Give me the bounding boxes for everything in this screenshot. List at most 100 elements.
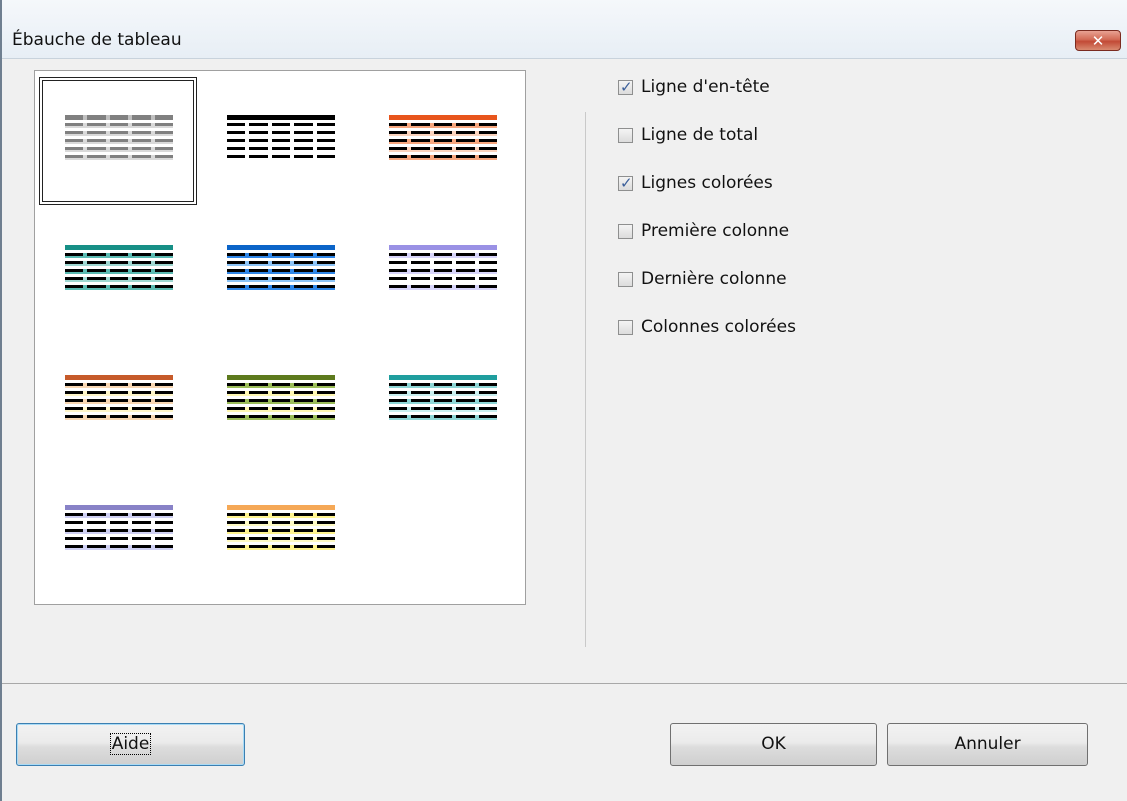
table-style-swatch — [65, 505, 174, 553]
table-style-swatch — [389, 115, 498, 163]
swatch-row — [389, 277, 498, 282]
swatch-row — [227, 399, 336, 404]
swatch-row — [227, 537, 336, 542]
option-2[interactable]: ✓ Lignes colorées — [618, 171, 773, 195]
swatch-row — [227, 391, 336, 396]
checkbox-label: Première colonne — [641, 221, 790, 241]
swatch-row — [65, 537, 174, 542]
swatch-row — [227, 123, 336, 128]
swatch-row — [389, 391, 498, 396]
swatch-row — [389, 115, 498, 120]
swatch-row — [389, 155, 498, 160]
swatch-row — [389, 123, 498, 128]
swatch-row — [65, 407, 174, 412]
swatch-row — [227, 269, 336, 274]
swatch-row — [227, 261, 336, 266]
swatch-row — [227, 415, 336, 420]
swatch-row — [65, 545, 174, 550]
swatch-row — [65, 529, 174, 534]
table-style-yellow[interactable] — [201, 467, 359, 595]
ok-button[interactable]: OK — [670, 723, 877, 766]
swatch-row — [65, 253, 174, 258]
swatch-row — [227, 155, 336, 160]
swatch-row — [389, 131, 498, 136]
checkmark-icon: ✓ — [620, 77, 633, 96]
option-4[interactable]: Dernière colonne — [618, 267, 787, 291]
swatch-row — [389, 285, 498, 290]
swatch-row — [227, 139, 336, 144]
close-button[interactable]: ✕ — [1075, 30, 1121, 51]
swatch-row — [65, 115, 174, 120]
swatch-row — [389, 415, 498, 420]
cancel-button[interactable]: Annuler — [887, 723, 1088, 766]
table-style-cyan[interactable] — [363, 337, 521, 465]
checkbox-label: Colonnes colorées — [641, 317, 796, 337]
table-style-swatch — [389, 245, 498, 293]
checkbox[interactable] — [618, 271, 633, 287]
swatch-row — [389, 253, 498, 258]
swatch-row — [65, 285, 174, 290]
swatch-row — [65, 415, 174, 420]
swatch-row — [227, 375, 336, 380]
option-0[interactable]: ✓ Ligne d'en-tête — [618, 75, 770, 99]
table-style-black[interactable] — [201, 77, 359, 205]
swatch-row — [227, 521, 336, 526]
dialog-title: Ébauche de tableau — [12, 30, 182, 50]
table-style-swatch — [227, 375, 336, 423]
option-3[interactable]: Première colonne — [618, 219, 789, 243]
swatch-row — [227, 513, 336, 518]
vertical-separator — [585, 112, 586, 647]
swatch-row — [227, 407, 336, 412]
table-style-slate[interactable] — [39, 467, 197, 595]
table-style-swatch — [227, 245, 336, 293]
swatch-row — [65, 505, 174, 510]
swatch-row — [389, 147, 498, 152]
swatch-row — [65, 513, 174, 518]
swatch-row — [65, 277, 174, 282]
checkbox[interactable] — [618, 223, 633, 239]
swatch-row — [65, 375, 174, 380]
checkbox-label: Ligne de total — [641, 125, 759, 145]
table-style-dialog: Ébauche de tableau ✕ ✓ Ligne d'en-tête Lig… — [0, 0, 1127, 801]
help-button[interactable]: Aide — [16, 723, 245, 766]
option-1[interactable]: Ligne de total — [618, 123, 758, 147]
option-5[interactable]: Colonnes colorées — [618, 315, 796, 339]
table-style-default[interactable] — [39, 77, 197, 205]
swatch-row — [65, 245, 174, 250]
swatch-row — [65, 521, 174, 526]
table-style-blue[interactable] — [201, 207, 359, 335]
swatch-row — [389, 245, 498, 250]
swatch-row — [389, 375, 498, 380]
table-style-lavender[interactable] — [363, 207, 521, 335]
swatch-row — [65, 147, 174, 152]
swatch-row — [65, 391, 174, 396]
swatch-row — [389, 261, 498, 266]
swatch-row — [65, 261, 174, 266]
swatch-row — [227, 147, 336, 152]
checkbox[interactable]: ✓ — [618, 77, 633, 96]
swatch-row — [227, 285, 336, 290]
swatch-row — [227, 383, 336, 388]
table-style-swatch — [227, 115, 336, 163]
title-bar: Ébauche de tableau ✕ — [2, 0, 1127, 59]
swatch-row — [65, 139, 174, 144]
table-style-swatch — [65, 375, 174, 423]
checkbox[interactable]: ✓ — [618, 174, 633, 192]
checkbox[interactable] — [618, 319, 633, 335]
swatch-row — [389, 383, 498, 388]
table-style-swatch — [65, 115, 174, 163]
swatch-row — [389, 269, 498, 274]
swatch-row — [65, 269, 174, 274]
table-style-teal[interactable] — [39, 207, 197, 335]
style-preview-grid — [34, 70, 526, 605]
swatch-row — [389, 407, 498, 412]
swatch-row — [227, 131, 336, 136]
table-style-swatch — [227, 505, 336, 553]
checkbox[interactable] — [618, 127, 633, 143]
table-style-olive[interactable] — [201, 337, 359, 465]
swatch-row — [227, 277, 336, 282]
horizontal-separator — [2, 683, 1127, 684]
table-style-rust[interactable] — [39, 337, 197, 465]
swatch-row — [227, 529, 336, 534]
table-style-orange[interactable] — [363, 77, 521, 205]
